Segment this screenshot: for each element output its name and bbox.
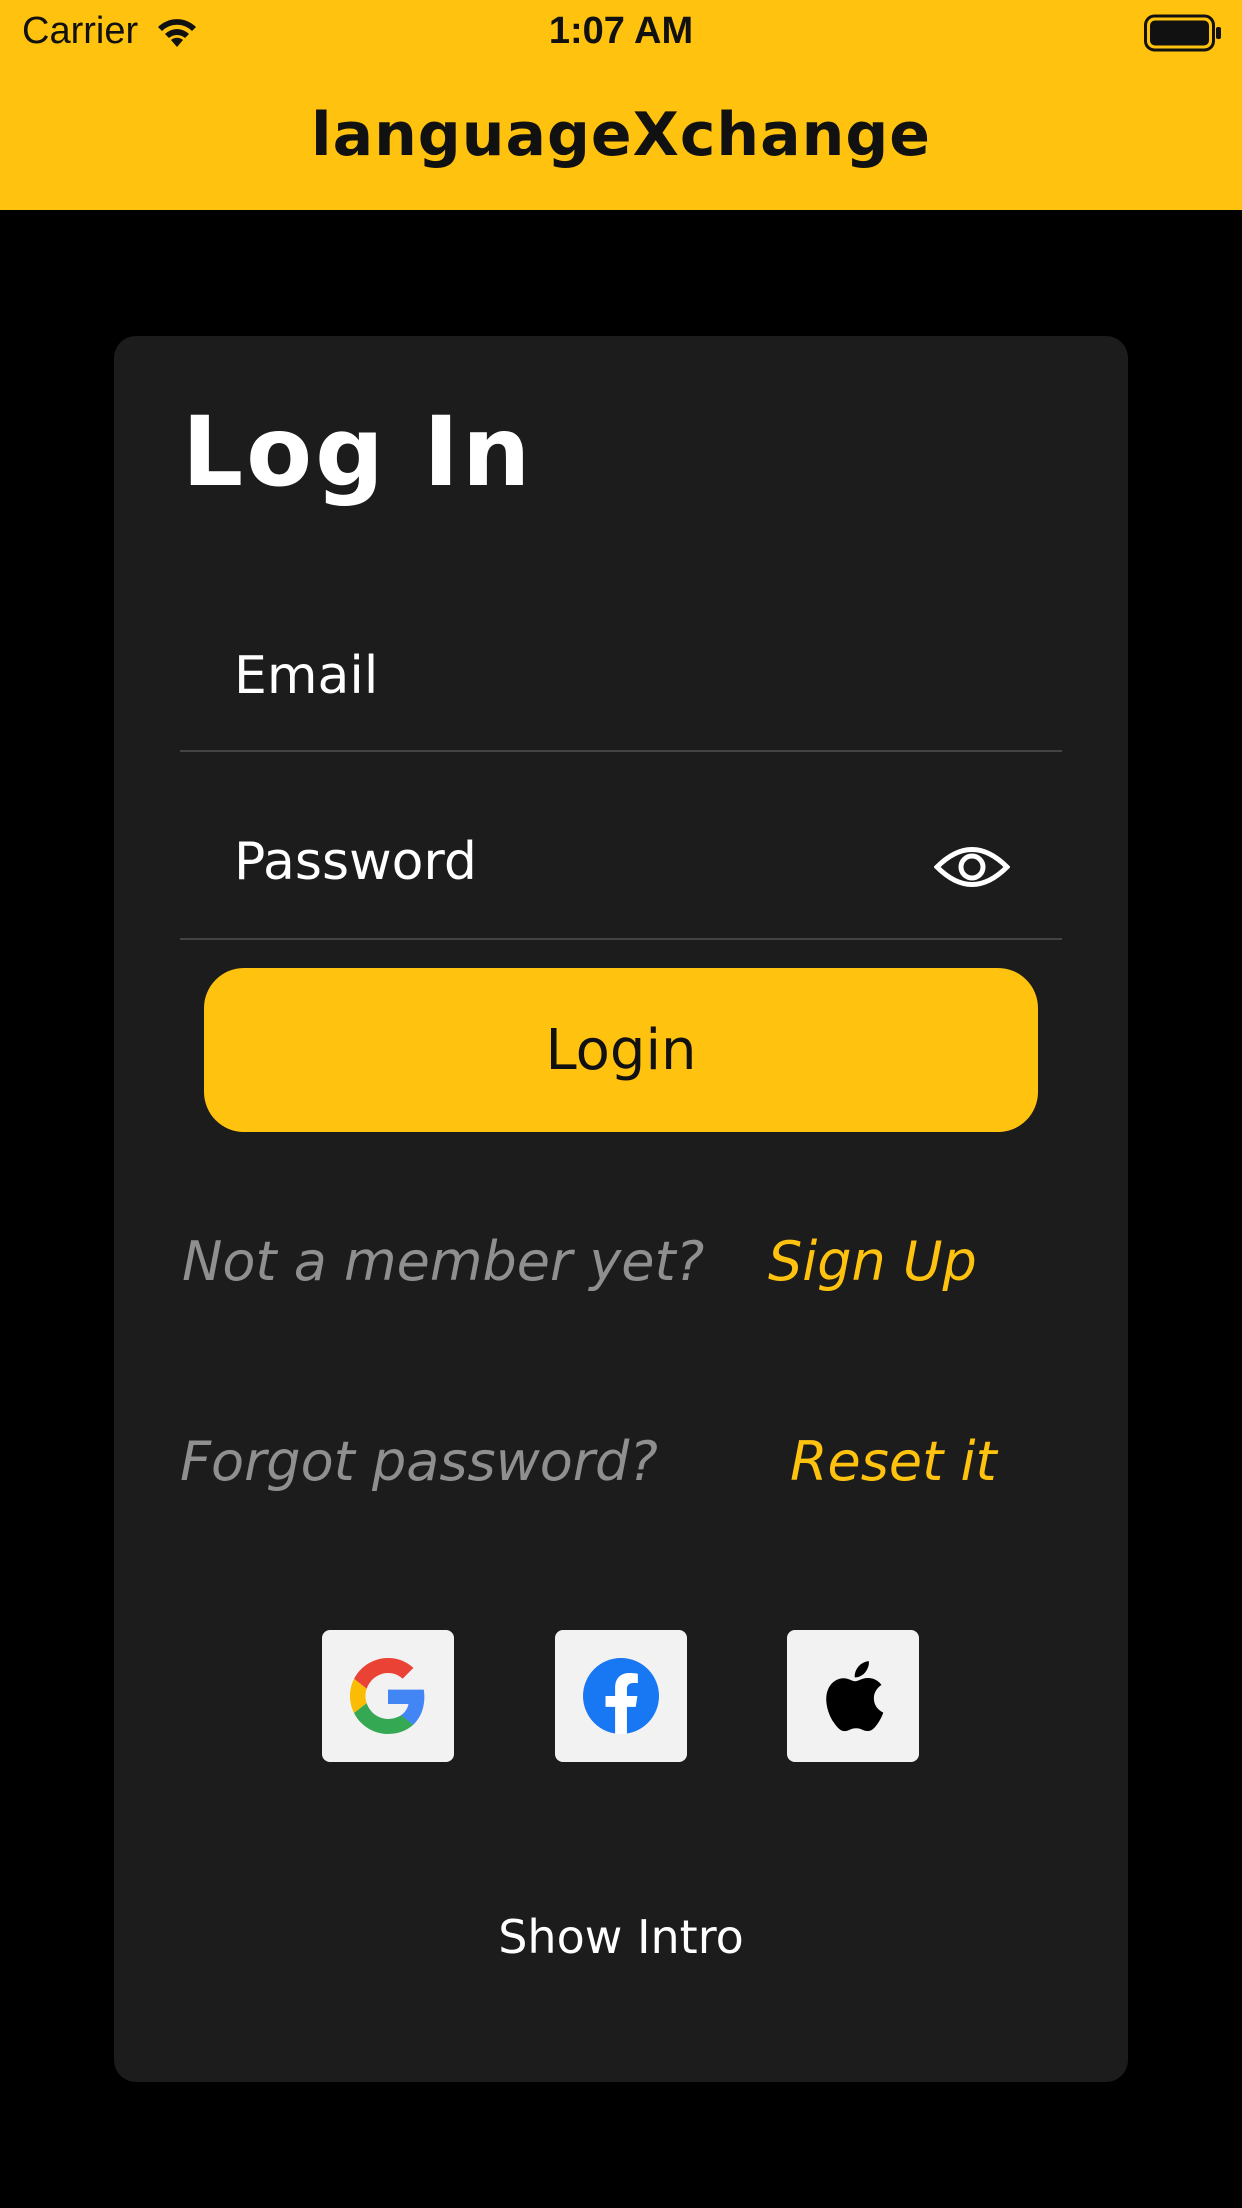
google-icon	[350, 1658, 425, 1734]
status-time: 1:07 AM	[548, 10, 694, 52]
signup-prompt: Not a member yet?	[182, 1230, 705, 1293]
email-placeholder: Email	[234, 646, 379, 706]
password-placeholder: Password	[234, 832, 477, 892]
eye-icon[interactable]	[934, 842, 1010, 892]
password-field[interactable]: Password	[180, 754, 1062, 940]
signup-link[interactable]: Sign Up	[768, 1230, 977, 1293]
google-signin-button[interactable]	[322, 1630, 454, 1762]
email-field[interactable]: Email	[180, 566, 1062, 752]
top-bar: Carrier 1:07 AM languageXchange	[0, 0, 1242, 210]
apple-icon	[826, 1661, 884, 1732]
facebook-icon	[583, 1658, 659, 1734]
login-card: Log In Email Password Login Not a member…	[114, 336, 1128, 2082]
app-title: languageXchange	[311, 100, 931, 170]
apple-signin-button[interactable]	[787, 1630, 919, 1762]
login-button[interactable]: Login	[204, 968, 1038, 1132]
forgot-prompt: Forgot password?	[180, 1430, 658, 1493]
login-heading: Log In	[182, 396, 534, 508]
reset-link[interactable]: Reset it	[790, 1430, 997, 1493]
battery-icon	[1144, 14, 1221, 52]
facebook-signin-button[interactable]	[555, 1630, 687, 1762]
show-intro-link[interactable]: Show Intro	[114, 1910, 1128, 1964]
